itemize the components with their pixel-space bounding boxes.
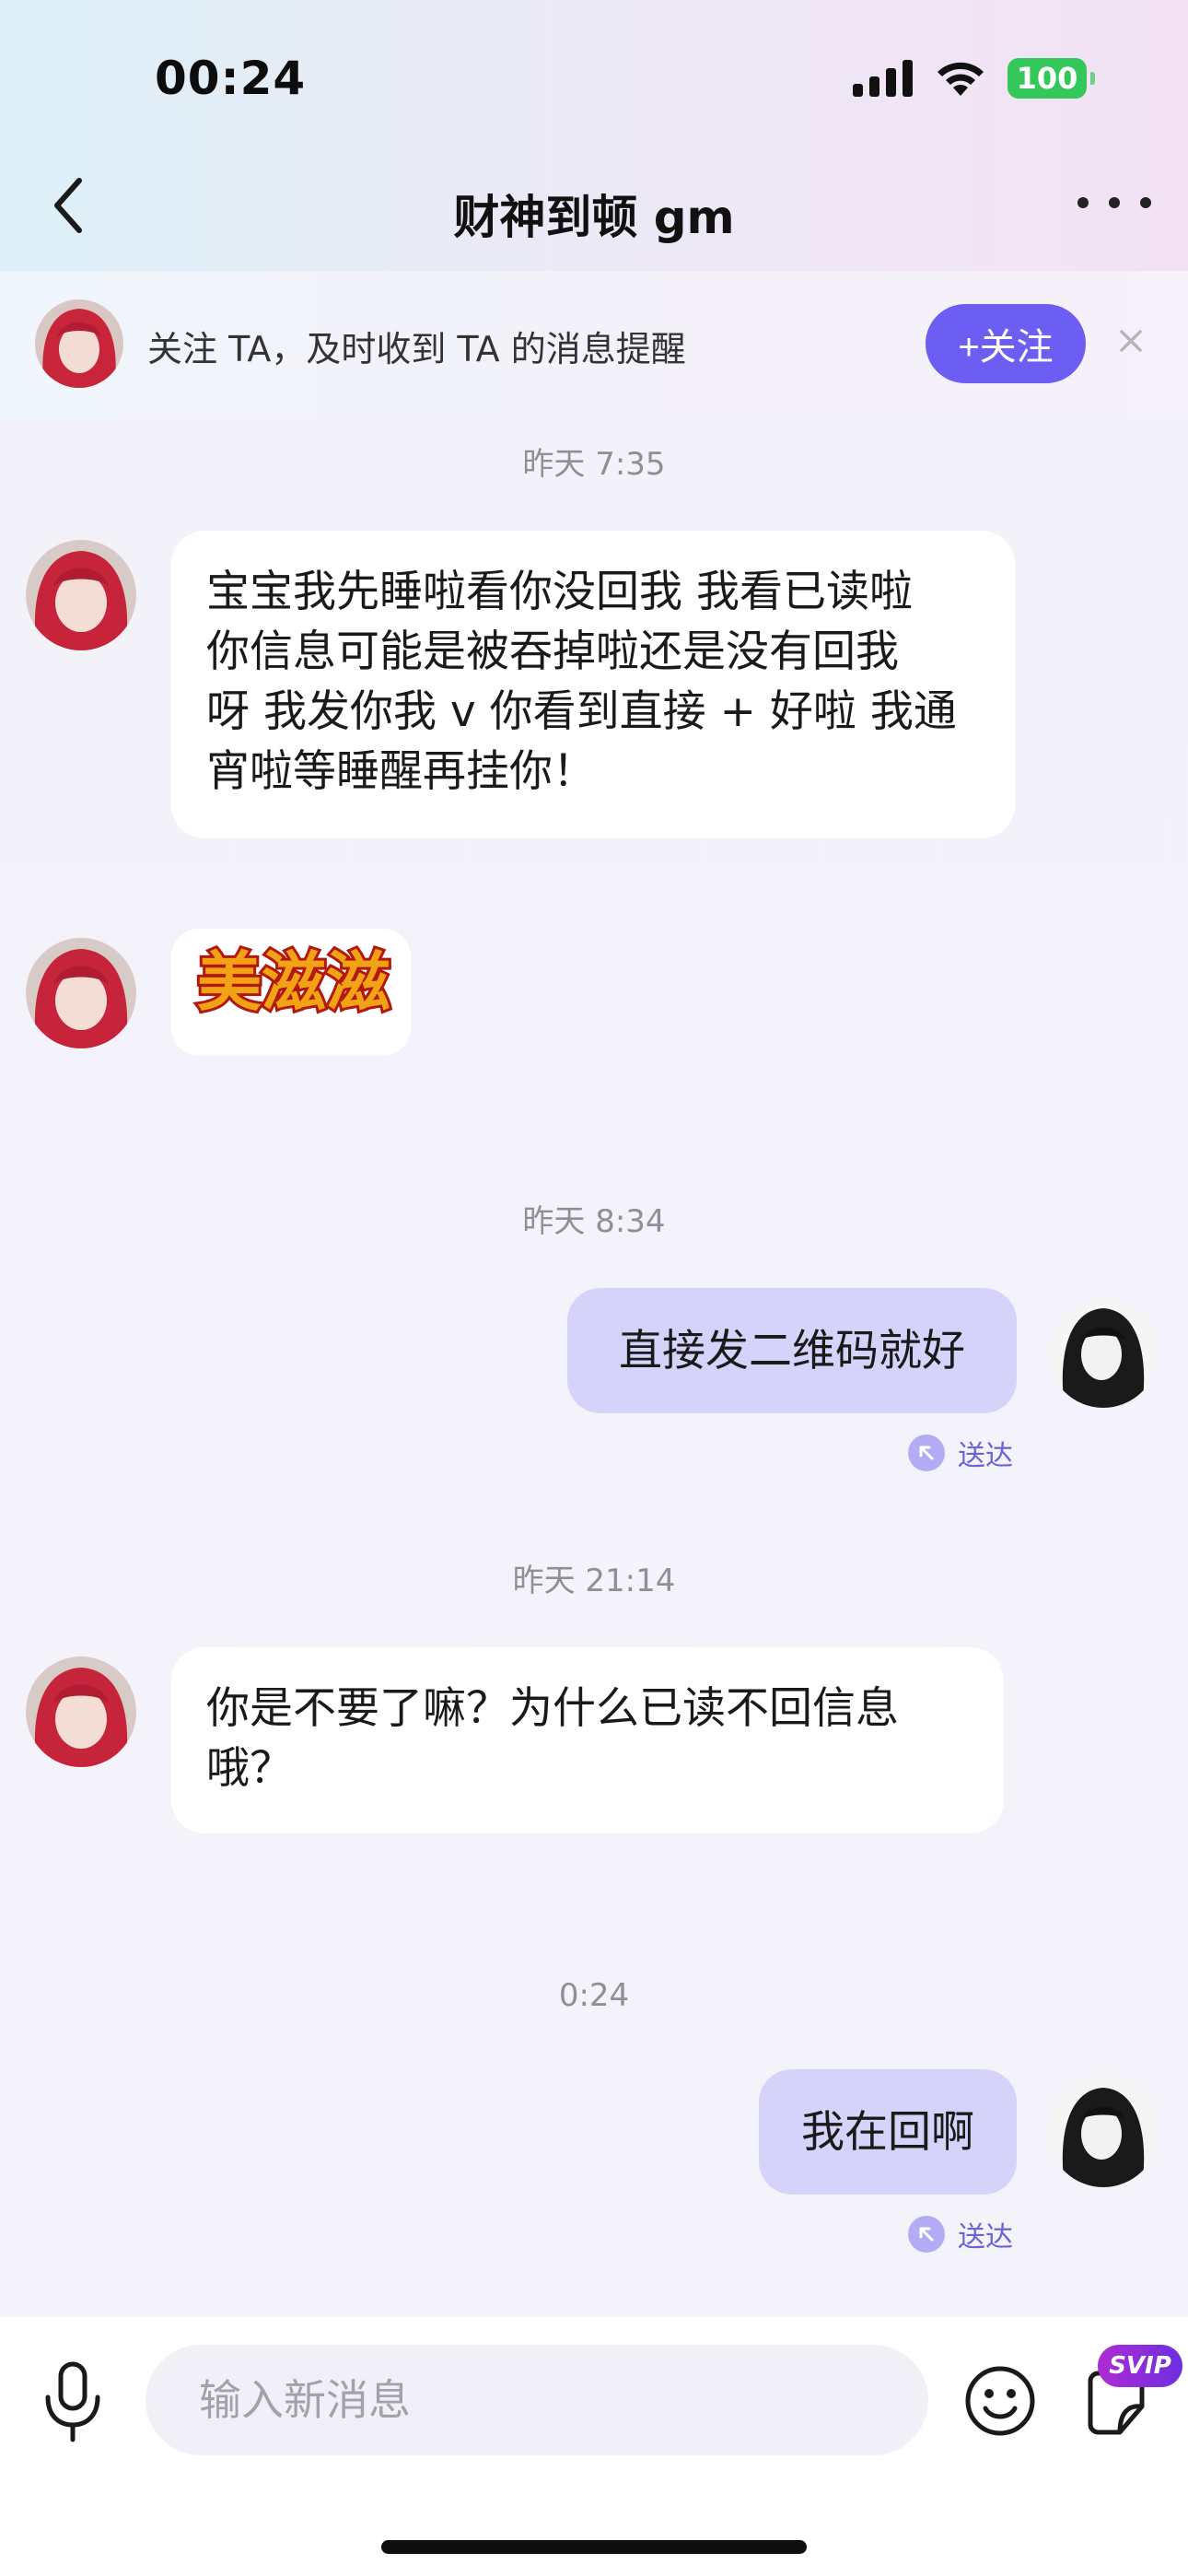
message-line: 呀 我发你我 v 你看到直接 + 好啦 我通 xyxy=(206,686,957,737)
sticker-image: 美滋滋 xyxy=(194,942,393,1023)
message-line: 宝宝我先睡啦看你没回我 我看已读啦 xyxy=(206,567,913,617)
wifi-icon xyxy=(938,62,984,96)
message-line: 宵啦等睡醒再挂你！ xyxy=(206,746,596,797)
close-icon[interactable] xyxy=(1112,322,1149,359)
sticker-text: 美滋滋 xyxy=(197,944,390,1020)
microphone-icon[interactable] xyxy=(39,2360,107,2443)
message-input[interactable] xyxy=(146,2345,928,2455)
message-timestamp: 昨天 7:35 xyxy=(522,446,666,483)
status-time: 00:24 xyxy=(155,52,307,105)
my-avatar[interactable] xyxy=(1048,2077,1159,2187)
battery-indicator: 100 xyxy=(1007,58,1095,99)
delivery-status-text: 送达 xyxy=(958,2221,1013,2254)
message-timestamp: 昨天 21:14 xyxy=(512,1563,676,1599)
outgoing-message-bubble[interactable]: 直接发二维码就好 xyxy=(567,1288,1017,1413)
message-text: 我在回啊 xyxy=(801,2106,974,2158)
follow-button[interactable]: +关注 xyxy=(926,304,1086,383)
outgoing-message-bubble[interactable]: 我在回啊 xyxy=(759,2069,1017,2195)
svip-badge: SVIP xyxy=(1098,2345,1182,2387)
delivery-status: 送达 xyxy=(908,1433,1013,1473)
message-line: 哦？ xyxy=(206,1743,293,1794)
contact-avatar[interactable] xyxy=(26,1657,136,1767)
message-line: 你信息可能是被吞掉啦还是没有回我 xyxy=(206,626,899,677)
contact-avatar[interactable] xyxy=(26,540,136,650)
dot xyxy=(1077,197,1089,208)
incoming-message-bubble[interactable]: 宝宝我先睡啦看你没回我 我看已读啦 你信息可能是被吞掉啦还是没有回我 呀 我发你… xyxy=(171,531,1015,838)
signal-icon xyxy=(853,60,913,97)
my-avatar[interactable] xyxy=(1048,1297,1159,1408)
contact-avatar[interactable] xyxy=(26,938,136,1048)
follow-prompt: 关注 TA，及时收到 TA 的消息提醒 xyxy=(147,329,686,369)
dot xyxy=(1109,197,1120,208)
battery-level: 100 xyxy=(1016,61,1078,96)
delivered-icon xyxy=(908,1434,945,1471)
home-indicator[interactable] xyxy=(381,2540,807,2554)
contact-avatar-small[interactable] xyxy=(35,299,123,388)
message-text: 直接发二维码就好 xyxy=(619,1325,965,1376)
delivered-icon xyxy=(908,2216,945,2253)
message-timestamp: 昨天 8:34 xyxy=(522,1203,666,1240)
more-options-button[interactable] xyxy=(1077,184,1151,221)
incoming-message-bubble[interactable]: 你是不要了嘛？为什么已读不回信息 哦？ xyxy=(171,1647,1004,1833)
delivery-status: 送达 xyxy=(908,2214,1013,2254)
delivery-status-text: 送达 xyxy=(958,1440,1013,1472)
chat-title: 财神到顿 gm xyxy=(453,191,735,244)
message-line: 你是不要了嘛？为什么已读不回信息 xyxy=(206,1683,899,1734)
emoji-icon[interactable] xyxy=(963,2364,1037,2438)
dot xyxy=(1140,197,1151,208)
status-icons: 100 xyxy=(853,55,1095,101)
message-timestamp: 0:24 xyxy=(558,1977,630,2014)
